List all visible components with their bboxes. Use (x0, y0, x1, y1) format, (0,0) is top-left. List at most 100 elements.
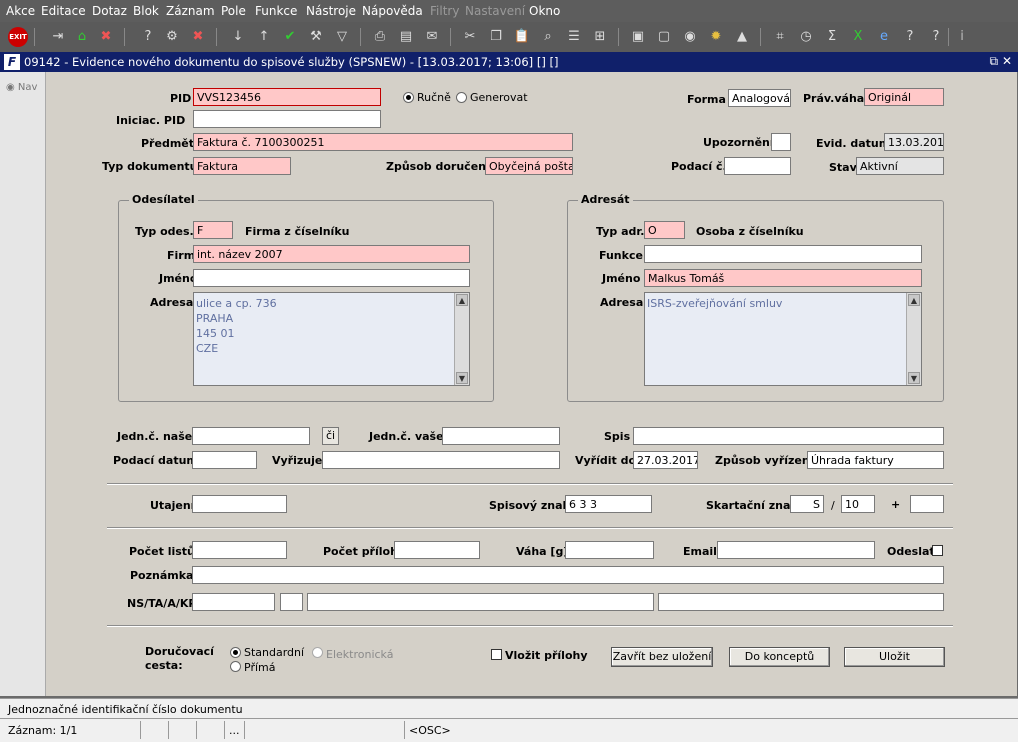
odes-jmeno-field[interactable] (193, 269, 470, 287)
pid-manual-radio[interactable] (403, 92, 414, 103)
filter-icon[interactable]: ▽ (332, 27, 352, 47)
delivery-direct-radio[interactable] (230, 661, 241, 672)
nav-item[interactable]: ◉ Nav (6, 82, 37, 93)
insert-record-icon[interactable]: ⇥ (48, 27, 68, 47)
excel-icon[interactable]: X (848, 27, 868, 47)
odes-adresa-scrollbar[interactable]: ▲ ▼ (454, 293, 469, 385)
funkce-field[interactable] (644, 245, 922, 263)
skartacni-znak-field[interactable]: S (790, 495, 824, 513)
menu-okno[interactable]: Okno (529, 4, 560, 18)
save-record-icon[interactable]: ⌂ (72, 27, 92, 47)
sort-asc-icon[interactable]: ↓ (228, 27, 248, 47)
cancel-query-icon[interactable]: ✖ (188, 27, 208, 47)
clock-icon[interactable]: ◷ (796, 27, 816, 47)
menu-napoveda[interactable]: Nápověda (362, 4, 423, 18)
vlozit-prilohy-checkbox[interactable] (491, 649, 502, 660)
predmet-field[interactable]: Faktura č. 7100300251 (193, 133, 573, 151)
scroll-down-icon[interactable]: ▼ (456, 372, 468, 384)
print-icon[interactable]: ⎙ (370, 27, 390, 47)
adr-adresa-textarea[interactable]: ISRS-zveřejňování smluv ▲ ▼ (644, 292, 922, 386)
pravvaha-field[interactable]: Originál (864, 88, 944, 106)
info-icon[interactable]: i (952, 27, 972, 47)
poznamka-field[interactable] (192, 566, 944, 584)
sum-icon[interactable]: Σ (822, 27, 842, 47)
document-icon[interactable]: ▣ (628, 27, 648, 47)
typ-adr-field[interactable]: O (644, 221, 685, 239)
firma-field[interactable]: int. název 2007 (193, 245, 470, 263)
page-icon[interactable]: ▢ (654, 27, 674, 47)
print-preview-icon[interactable]: ▤ (396, 27, 416, 47)
wrench-icon[interactable]: ⚒ (306, 27, 326, 47)
check-icon[interactable]: ✔ (280, 27, 300, 47)
upozorneni-field[interactable] (771, 133, 791, 151)
scroll-up-icon[interactable]: ▲ (908, 294, 920, 306)
execute-query-icon[interactable]: ⚙ (162, 27, 182, 47)
menu-funkce[interactable]: Funkce (255, 4, 297, 18)
menu-akce[interactable]: Akce (6, 4, 35, 18)
query-icon[interactable]: ? (138, 27, 158, 47)
adr-adresa-scrollbar[interactable]: ▲ ▼ (906, 293, 921, 385)
close-icon[interactable]: ✕ (1002, 54, 1012, 68)
ns-field-4[interactable] (658, 593, 944, 611)
typ-dokumentu-field[interactable]: Faktura (193, 157, 291, 175)
spis-field[interactable] (633, 427, 944, 445)
zpusob-doruceni-field[interactable]: Obyčejná pošta (485, 157, 573, 175)
ns-field-3[interactable] (307, 593, 654, 611)
mountain-icon[interactable]: ▲ (732, 27, 752, 47)
sort-desc-icon[interactable]: ↑ (254, 27, 274, 47)
spisovy-znak-field[interactable]: 6 3 3 (565, 495, 652, 513)
sun-icon[interactable]: ✹ (706, 27, 726, 47)
ie-icon[interactable]: e (874, 27, 894, 47)
delivery-standard-radio[interactable] (230, 647, 241, 658)
menu-blok[interactable]: Blok (133, 4, 159, 18)
vyridit-do-field[interactable]: 27.03.2017 (633, 451, 698, 469)
jedn-vase-field[interactable] (442, 427, 560, 445)
evid-date-field[interactable]: 13.03.2017 (884, 133, 944, 151)
adr-jmeno-field[interactable]: Malkus Tomáš (644, 269, 922, 287)
podaci-cislo-field[interactable] (724, 157, 791, 175)
skart-extra-field[interactable] (910, 495, 944, 513)
restore-icon[interactable]: ⧉ (990, 54, 999, 68)
pocet-listu-field[interactable] (192, 541, 287, 559)
list-icon[interactable]: ☰ (564, 27, 584, 47)
typ-odes-field[interactable]: F (193, 221, 233, 239)
globe-icon[interactable]: ◉ (680, 27, 700, 47)
vaha-field[interactable] (565, 541, 654, 559)
to-concepts-button[interactable]: Do konceptů (729, 647, 830, 667)
ns-field-1[interactable] (192, 593, 275, 611)
scroll-up-icon[interactable]: ▲ (456, 294, 468, 306)
zpusob-vyrizeni-field[interactable]: Úhrada faktury (807, 451, 944, 469)
iniciac-field[interactable] (193, 110, 381, 128)
menu-pole[interactable]: Pole (221, 4, 246, 18)
odes-adresa-textarea[interactable]: ulice a cp. 736 PRAHA 145 01 CZE ▲ ▼ (193, 292, 470, 386)
exit-icon[interactable]: EXIT (8, 27, 28, 47)
odeslat-checkbox[interactable] (932, 545, 943, 556)
pid-field[interactable]: VVS123456 (193, 88, 381, 106)
help-icon[interactable]: ? (900, 27, 920, 47)
pocet-priloh-field[interactable] (394, 541, 480, 559)
find-icon[interactable]: ⌕ (538, 27, 558, 47)
tree-icon[interactable]: ⊞ (590, 27, 610, 47)
close-without-save-button[interactable]: Zavřít bez uložení (611, 647, 713, 667)
mail-icon[interactable]: ✉ (422, 27, 442, 47)
context-help-icon[interactable]: ? (926, 27, 946, 47)
jedn-nase-field[interactable] (192, 427, 310, 445)
menu-nastroje[interactable]: Nástroje (306, 4, 356, 18)
menu-zaznam[interactable]: Záznam (166, 4, 215, 18)
scroll-down-icon[interactable]: ▼ (908, 372, 920, 384)
paste-icon[interactable]: 📋 (512, 27, 532, 47)
pid-generate-radio[interactable] (456, 92, 467, 103)
menu-editace[interactable]: Editace (41, 4, 86, 18)
save-button[interactable]: Uložit (844, 647, 945, 667)
email-field[interactable] (717, 541, 875, 559)
skart-years-field[interactable]: 10 (841, 495, 875, 513)
ci-button[interactable]: či (322, 427, 339, 445)
menu-dotaz[interactable]: Dotaz (92, 4, 127, 18)
forma-field[interactable]: Analogová (728, 89, 791, 107)
ns-field-2[interactable] (280, 593, 303, 611)
vyrizuje-field[interactable] (322, 451, 560, 469)
podaci-datum-field[interactable] (192, 451, 257, 469)
delete-record-icon[interactable]: ✖ (96, 27, 116, 47)
utajeni-field[interactable] (192, 495, 287, 513)
chart-icon[interactable]: ⌗ (770, 27, 790, 47)
